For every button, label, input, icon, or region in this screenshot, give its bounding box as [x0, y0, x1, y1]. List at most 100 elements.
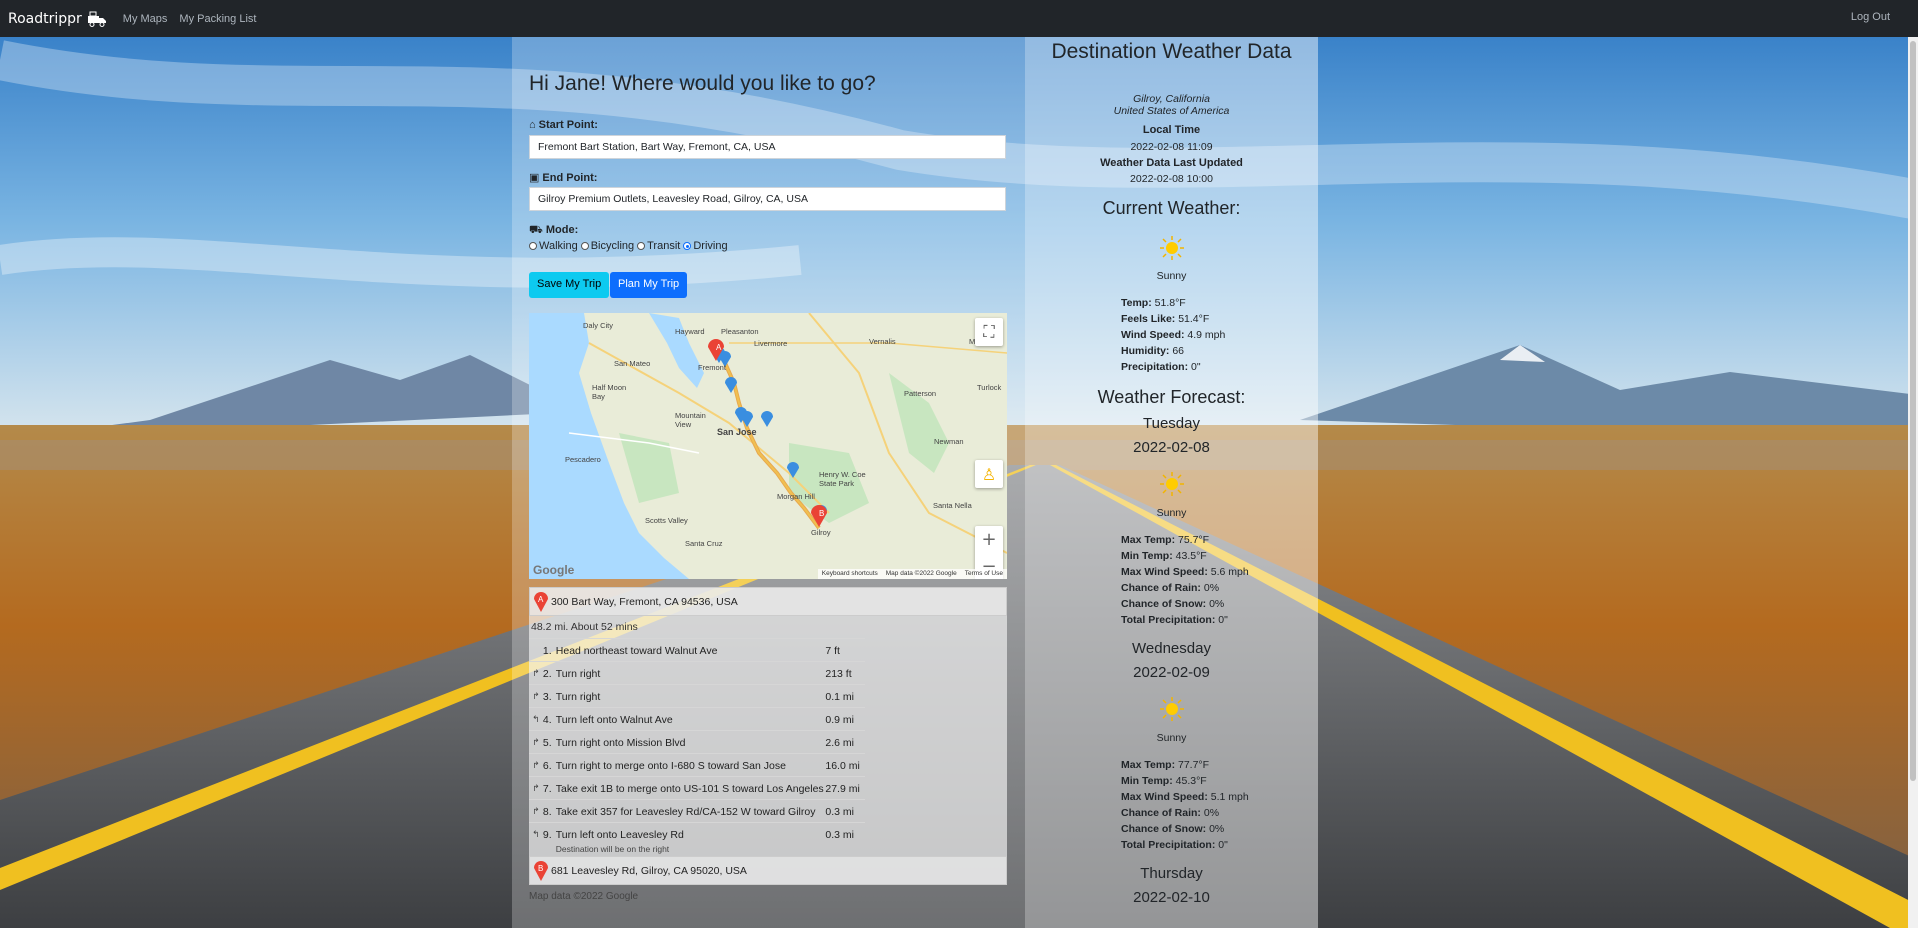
step-text-wrap: Turn right [556, 691, 826, 703]
street-view-pegman[interactable]: ♙ [975, 460, 1003, 488]
direction-step[interactable]: ↰ 9. Turn left onto Leavesley Rd Destinatio… [529, 822, 865, 854]
direction-step[interactable]: ↱ 2. Turn right 213 ft [529, 661, 865, 684]
mode-bicycling-label: Bicycling [590, 240, 635, 252]
step-distance: 2.6 mi [825, 737, 854, 749]
max-temp-value: 75.7°F [1178, 534, 1210, 546]
wind-label: Wind Speed: [1121, 329, 1185, 341]
truck-icon [87, 11, 106, 27]
step-text: Turn right onto Mission Blvd [555, 737, 686, 749]
wind-value: 4.9 mph [1187, 329, 1226, 341]
save-trip-button[interactable]: Save My Trip [529, 272, 610, 298]
map-label-santa-nella: Santa Nella [933, 501, 972, 510]
start-point-input[interactable]: Fremont Bart Station, Bart Way, Fremont,… [529, 135, 1006, 159]
svg-text:B: B [538, 864, 543, 873]
temp-label: Temp: [1121, 297, 1152, 309]
map-label-santa-cruz: Santa Cruz [685, 539, 723, 548]
step-text-wrap: Take exit 1B to merge onto US-101 S towa… [556, 783, 826, 795]
precip-label: Precipitation: [1121, 361, 1189, 373]
step-distance: 0.9 mi [825, 714, 854, 726]
max-wind-label: Max Wind Speed: [1121, 791, 1208, 803]
keyboard-shortcuts-link[interactable]: Keyboard shortcuts [822, 570, 878, 578]
weather-title: Destination Weather Data [1051, 40, 1292, 63]
page-scrollbar[interactable] [1908, 37, 1918, 928]
direction-step[interactable]: ↱ 6. Turn right to merge onto I-680 S towa… [529, 753, 865, 776]
nav-link-packing-list[interactable]: My Packing List [179, 13, 256, 25]
nav-link-my-maps[interactable]: My Maps [123, 13, 168, 25]
direction-step[interactable]: ↰ 4. Turn left onto Walnut Ave 0.9 mi [529, 707, 865, 730]
step-distance: 16.0 mi [825, 760, 860, 772]
map-label-scotts-valley: Scotts Valley [645, 516, 688, 525]
max-temp-label: Max Temp: [1121, 534, 1176, 546]
scrollbar-thumb[interactable] [1910, 41, 1916, 781]
weather-city: Gilroy, California [1133, 93, 1210, 105]
map-label-fremont: Fremont [698, 363, 726, 372]
turn-arrow-icon: ↱ [532, 760, 540, 770]
step-text: Turn left onto Leavesley Rd [555, 829, 684, 841]
mode-transit[interactable]: Transit [637, 240, 680, 252]
snow-value: 0% [1209, 823, 1225, 835]
max-temp-label: Max Temp: [1121, 759, 1176, 771]
mode-walking[interactable]: Walking [529, 240, 578, 252]
humidity-label: Humidity: [1121, 345, 1170, 357]
logout-link[interactable]: Log Out [1851, 11, 1890, 23]
current-stats: Temp: 51.8°F Feels Like: 51.4°F Wind Spe… [1121, 295, 1225, 375]
direction-step[interactable]: ↱ 8. Take exit 357 for Leavesley Rd/CA-152… [529, 799, 865, 822]
end-point-input[interactable]: Gilroy Premium Outlets, Leavesley Road, … [529, 187, 1006, 211]
map-label-henry-coe: Henry W. Coe State Park [819, 470, 866, 488]
precip-value: 0" [1191, 361, 1201, 373]
forecast-condition: Sunny [1156, 732, 1187, 744]
step-number: 7. [542, 783, 552, 795]
marker-a-icon: A [534, 591, 548, 612]
feels-value: 51.4°F [1178, 313, 1210, 325]
step-text: Take exit 357 for Leavesley Rd/CA-152 W … [555, 806, 816, 818]
fullscreen-button[interactable]: ⛶ [975, 318, 1003, 346]
map-label-patterson: Patterson [904, 389, 937, 398]
direction-step[interactable]: ↱ 3. Turn right 0.1 mi [529, 684, 865, 707]
direction-step[interactable]: 1. Head northeast toward Walnut Ave 7 ft [529, 638, 865, 661]
step-number: 5. [542, 737, 552, 749]
map-data-attribution: Map data ©2022 Google [885, 570, 957, 577]
mode-label-text: Mode: [545, 224, 579, 236]
step-number: 4. [542, 714, 552, 726]
humidity-value: 66 [1172, 345, 1185, 357]
mode-bicycling[interactable]: Bicycling [580, 240, 635, 252]
start-point-label: ⌂ Start Point: [529, 119, 598, 131]
step-distance: 7 ft [825, 645, 840, 657]
plan-trip-button[interactable]: Plan My Trip [610, 272, 688, 298]
step-distance: 0.1 mi [825, 691, 854, 703]
terms-of-use-link[interactable]: Terms of Use [965, 570, 1003, 578]
brand-link[interactable]: Roadtrippr [8, 10, 107, 28]
map-label-mountain-view: Mountain View [675, 411, 706, 429]
step-text-wrap: Turn right to merge onto I-680 S toward … [556, 760, 826, 772]
forecast-date: 2022-02-09 [1133, 664, 1210, 681]
map-label-turlock: Turlock [977, 383, 1002, 392]
google-logo: Google [533, 563, 575, 577]
mode-driving[interactable]: Driving [683, 240, 728, 252]
local-time-label: Local Time [1142, 124, 1201, 136]
map-marker-b[interactable]: B [819, 509, 824, 518]
mode-walking-label: Walking [539, 240, 578, 252]
local-time: 2022-02-08 11:09 [1130, 141, 1213, 153]
direction-step[interactable]: ↱ 7. Take exit 1B to merge onto US-101 S t… [529, 776, 865, 799]
svg-text:A: A [538, 595, 544, 604]
map-label-half-moon-bay: Half Moon Bay [592, 383, 627, 401]
sun-icon [1160, 472, 1184, 496]
snow-label: Chance of Snow: [1121, 823, 1207, 835]
map-marker-a[interactable]: A [716, 343, 722, 352]
updated-time: 2022-02-08 10:00 [1130, 173, 1213, 185]
forecast-day: Tuesday [1143, 415, 1200, 432]
sun-icon [1160, 236, 1184, 260]
step-text-wrap: Head northeast toward Walnut Ave [556, 645, 826, 657]
route-map[interactable]: A B Daly City Hayward Pleasanton San Mat… [529, 313, 1007, 579]
pegman-icon: ♙ [981, 464, 997, 484]
directions-map-data: Map data ©2022 Google [529, 891, 639, 902]
brand-name: Roadtrippr [8, 10, 82, 27]
mode-label: ⛟ Mode: [529, 224, 578, 238]
step-text: Turn right [555, 691, 601, 703]
zoom-in-button[interactable]: + [975, 526, 1003, 553]
direction-step[interactable]: ↱ 5. Turn right onto Mission Blvd 2.6 mi [529, 730, 865, 753]
map-label-daly-city: Daly City [583, 321, 614, 330]
turn-arrow-icon: ↱ [532, 737, 540, 747]
turn-arrow-icon: ↱ [532, 783, 540, 793]
forecast-day: Thursday [1140, 865, 1203, 882]
